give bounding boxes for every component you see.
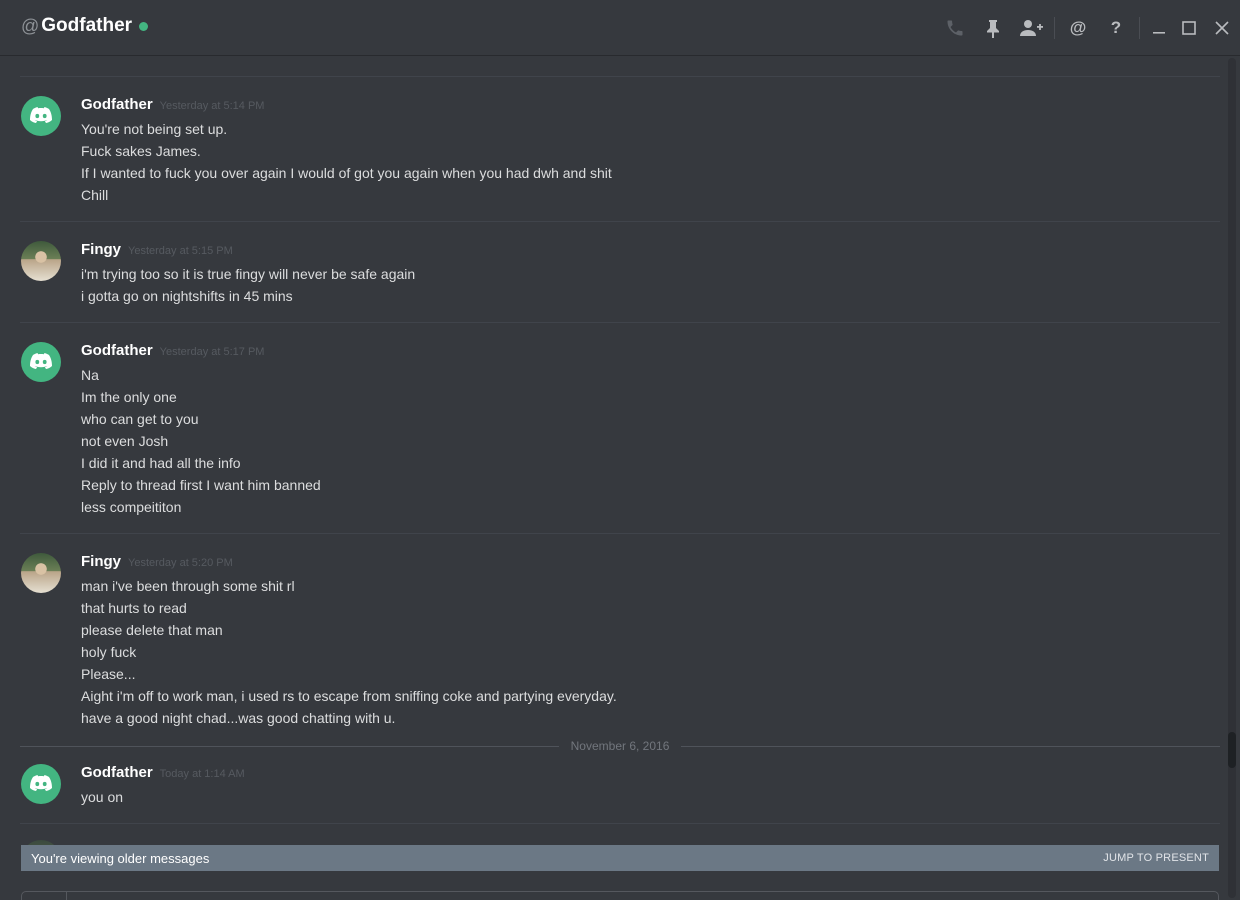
scrollbar-thumb[interactable] [1228,732,1236,768]
message-header: Godfather Yesterday at 5:17 PM [81,342,264,359]
older-messages-text: You're viewing older messages [31,850,210,866]
message-divider [20,533,1220,534]
message-text: Chill [81,187,109,203]
message-header: Fingy Yesterday at 5:15 PM [81,241,233,258]
message-lines: You're not being set up. Fuck sakes Jame… [81,118,612,206]
header-toolbar: @ ? [936,0,1240,55]
date-separator-line [681,745,1221,747]
username[interactable]: Fingy [81,241,121,258]
message-header: Fingy Yesterday at 5:20 PM [81,553,233,570]
scrollbar-track[interactable] [1228,58,1236,898]
message-text: If I wanted to fuck you over again I wou… [81,165,612,181]
header-title: @ Godfather [21,15,149,37]
message-text: Fuck sakes James. [81,143,201,159]
at-symbol: @ [21,15,40,36]
message-divider [20,76,1220,77]
message-text: who can get to you [81,411,199,427]
pin-icon[interactable] [974,0,1012,55]
message-text: You're not being set up. [81,121,228,137]
message-text: Reply to thread first I want him banned [81,477,321,493]
channel-header: @ Godfather @ ? [0,0,1240,55]
message-text: Aight i'm off to work man, i used rs to … [81,688,617,704]
message-input[interactable] [21,891,1219,900]
help-glyph: ? [1110,17,1122,37]
minimize-icon[interactable] [1144,0,1174,55]
add-user-icon[interactable] [1012,0,1050,55]
date-separator-line [20,745,559,747]
timestamp: Yesterday at 5:17 PM [159,346,265,358]
date-separator: November 6, 2016 [20,738,1221,754]
message-text: i'm trying too so it is true fingy will … [81,266,416,282]
timestamp: Today at 1:14 AM [159,768,245,780]
message-text: you on [81,789,124,805]
message-text: Im the only one [81,389,177,405]
upload-button[interactable] [22,892,67,900]
message-divider [20,823,1220,824]
message-text: that hurts to read [81,600,187,616]
message-text: i gotta go on nightshifts in 45 mins [81,288,293,304]
message-text: have a good night chad...was good chatti… [81,710,396,726]
close-icon[interactable] [1204,0,1240,55]
message-lines: Na Im the only one who can get to you no… [81,364,321,518]
maximize-icon[interactable] [1174,0,1204,55]
date-separator-label: November 6, 2016 [570,739,670,753]
message-divider [20,221,1220,222]
message-header: Godfather Today at 1:14 AM [81,764,245,781]
timestamp: Yesterday at 5:20 PM [128,557,233,569]
message-text: man i've been through some shit rl [81,578,295,594]
dm-recipient-name[interactable]: Godfather [41,15,132,37]
older-messages-bar[interactable]: You're viewing older messages JUMP TO PR… [21,845,1219,871]
discord-dm-window: @ Godfather @ ? Godfather Yesterday at 5… [0,0,1240,900]
phone-icon[interactable] [936,0,974,55]
message-text: Na [81,367,99,383]
online-status-icon [139,22,149,31]
message-text: please delete that man [81,622,223,638]
photo-avatar[interactable] [21,553,61,593]
jump-to-present-button[interactable]: JUMP TO PRESENT [1103,852,1209,864]
discord-logo-avatar[interactable] [21,96,61,136]
timestamp: Yesterday at 5:14 PM [159,100,265,112]
timestamp: Yesterday at 5:15 PM [128,245,233,257]
help-icon[interactable]: ? [1097,0,1135,55]
message-list: Godfather Yesterday at 5:14 PM You're no… [0,55,1228,845]
message-text: Please... [81,666,136,682]
username[interactable]: Godfather [81,342,153,359]
photo-avatar[interactable] [21,241,61,281]
message-text: holy fuck [81,644,137,660]
message-lines: you on [81,786,123,808]
username[interactable]: Fingy [81,553,121,570]
discord-logo-avatar[interactable] [21,764,61,804]
message-lines: i'm trying too so it is true fingy will … [81,263,415,307]
toolbar-separator [1139,16,1140,39]
mention-glyph: @ [1069,17,1087,37]
username[interactable]: Godfather [81,764,153,781]
username[interactable]: Godfather [81,96,153,113]
message-text: not even Josh [81,433,169,449]
message-text: less compeititon [81,499,182,515]
message-text: I did it and had all the info [81,455,241,471]
message-lines: man i've been through some shit rl that … [81,575,617,729]
discord-logo-avatar[interactable] [21,342,61,382]
toolbar-separator [1054,16,1055,39]
message-header: Godfather Yesterday at 5:14 PM [81,96,264,113]
message-divider [20,322,1220,323]
mention-icon[interactable]: @ [1059,0,1097,55]
